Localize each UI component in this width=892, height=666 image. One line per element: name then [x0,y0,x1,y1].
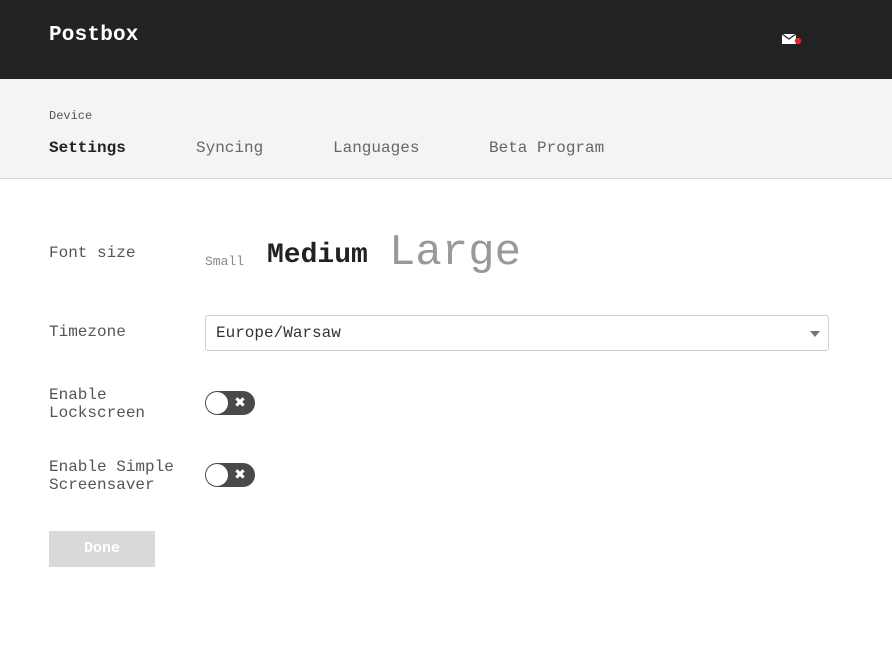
toggle-knob [206,392,228,414]
done-button[interactable]: Done [49,531,155,567]
breadcrumb: Device [49,109,93,123]
tab-languages[interactable]: Languages [333,139,419,157]
font-size-small-option[interactable]: Small [205,254,244,269]
font-size-label: Font size [49,244,136,262]
timezone-label: Timezone [49,323,126,341]
settings-subheader: Device Settings Syncing Languages Beta P… [0,79,892,179]
chevron-down-icon [810,331,820,337]
top-bar: Postbox [0,0,892,79]
tab-beta-program[interactable]: Beta Program [489,139,604,157]
screensaver-toggle[interactable]: ✖ [205,463,255,487]
close-icon: ✖ [234,467,246,483]
font-size-medium-option[interactable]: Medium [267,240,368,271]
timezone-select[interactable]: Europe/Warsaw [205,315,829,351]
lockscreen-toggle[interactable]: ✖ [205,391,255,415]
tab-syncing[interactable]: Syncing [196,139,263,157]
timezone-value: Europe/Warsaw [216,324,341,342]
toggle-knob [206,464,228,486]
font-size-large-option[interactable]: Large [389,228,521,278]
mail-notification-icon[interactable] [782,32,802,46]
lockscreen-label: Enable Lockscreen [49,386,146,422]
close-icon: ✖ [234,395,246,411]
app-title: Postbox [49,24,139,47]
tab-settings[interactable]: Settings [49,139,126,157]
screensaver-label: Enable Simple Screensaver [49,458,174,494]
